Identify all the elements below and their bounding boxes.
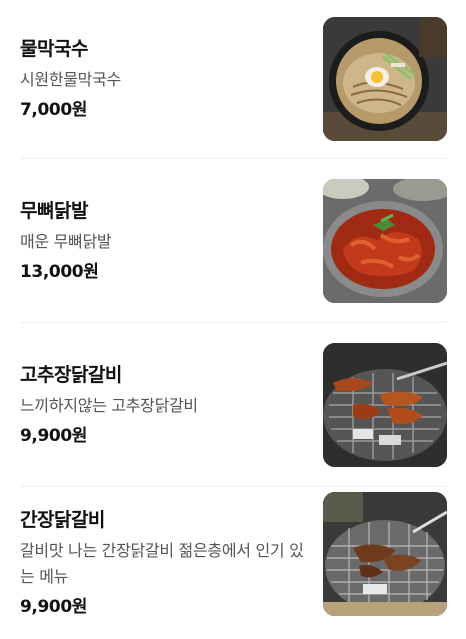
menu-item-name: 고추장닭갈비: [20, 363, 122, 386]
spicy-chicken-feet-photo[interactable]: [323, 178, 447, 303]
gochujang-grilled-chicken-photo[interactable]: [323, 342, 447, 467]
menu-item-price: 13,000원: [20, 261, 99, 282]
menu-item-description: 느끼하지않는 고추장닭갈비: [20, 395, 198, 415]
menu-item-price: 9,900원: [20, 425, 88, 446]
menu-item-name: 간장닭갈비: [20, 509, 105, 531]
menu-item-price: 7,000원: [20, 100, 88, 120]
menu-item-gochujang-dakgalbi[interactable]: 고추장닭갈비 느끼하지않는 고추장닭갈비 9,900원: [0, 323, 466, 486]
menu-item-description: 시원한물막국수: [20, 70, 121, 89]
menu-item-text: 물막국수 시원한물막국수 7,000원: [20, 37, 305, 121]
menu-item-mul-makguksu[interactable]: 물막국수 시원한물막국수 7,000원: [0, 0, 466, 158]
menu-item-price: 9,900원: [20, 597, 88, 617]
menu-item-mupyeo-dakbal[interactable]: 무뼈닭발 매운 무뼈닭발 13,000원: [0, 159, 466, 322]
menu-item-text: 간장닭갈비 갈비맛 나는 간장닭갈비 젊은층에서 인기 있는 메뉴 9,900원: [20, 508, 305, 618]
menu-item-name: 무뼈닭발: [20, 199, 88, 222]
menu-item-description: 매운 무뼈닭발: [20, 231, 112, 251]
menu-item-text: 고추장닭갈비 느끼하지않는 고추장닭갈비 9,900원: [20, 363, 305, 447]
menu-item-description: 갈비맛 나는 간장닭갈비 젊은층에서 인기 있는 메뉴: [20, 541, 304, 586]
menu-list: 물막국수 시원한물막국수 7,000원 무뼈닭발 매운 무뼈닭발 13,000원…: [0, 0, 466, 639]
menu-item-text: 무뼈닭발 매운 무뼈닭발 13,000원: [20, 199, 305, 283]
cold-buckwheat-noodle-photo[interactable]: [323, 17, 447, 141]
soy-grilled-chicken-photo[interactable]: [323, 492, 447, 616]
menu-item-name: 물막국수: [20, 38, 88, 60]
menu-item-ganjang-dakgalbi[interactable]: 간장닭갈비 갈비맛 나는 간장닭갈비 젊은층에서 인기 있는 메뉴 9,900원: [0, 487, 466, 639]
